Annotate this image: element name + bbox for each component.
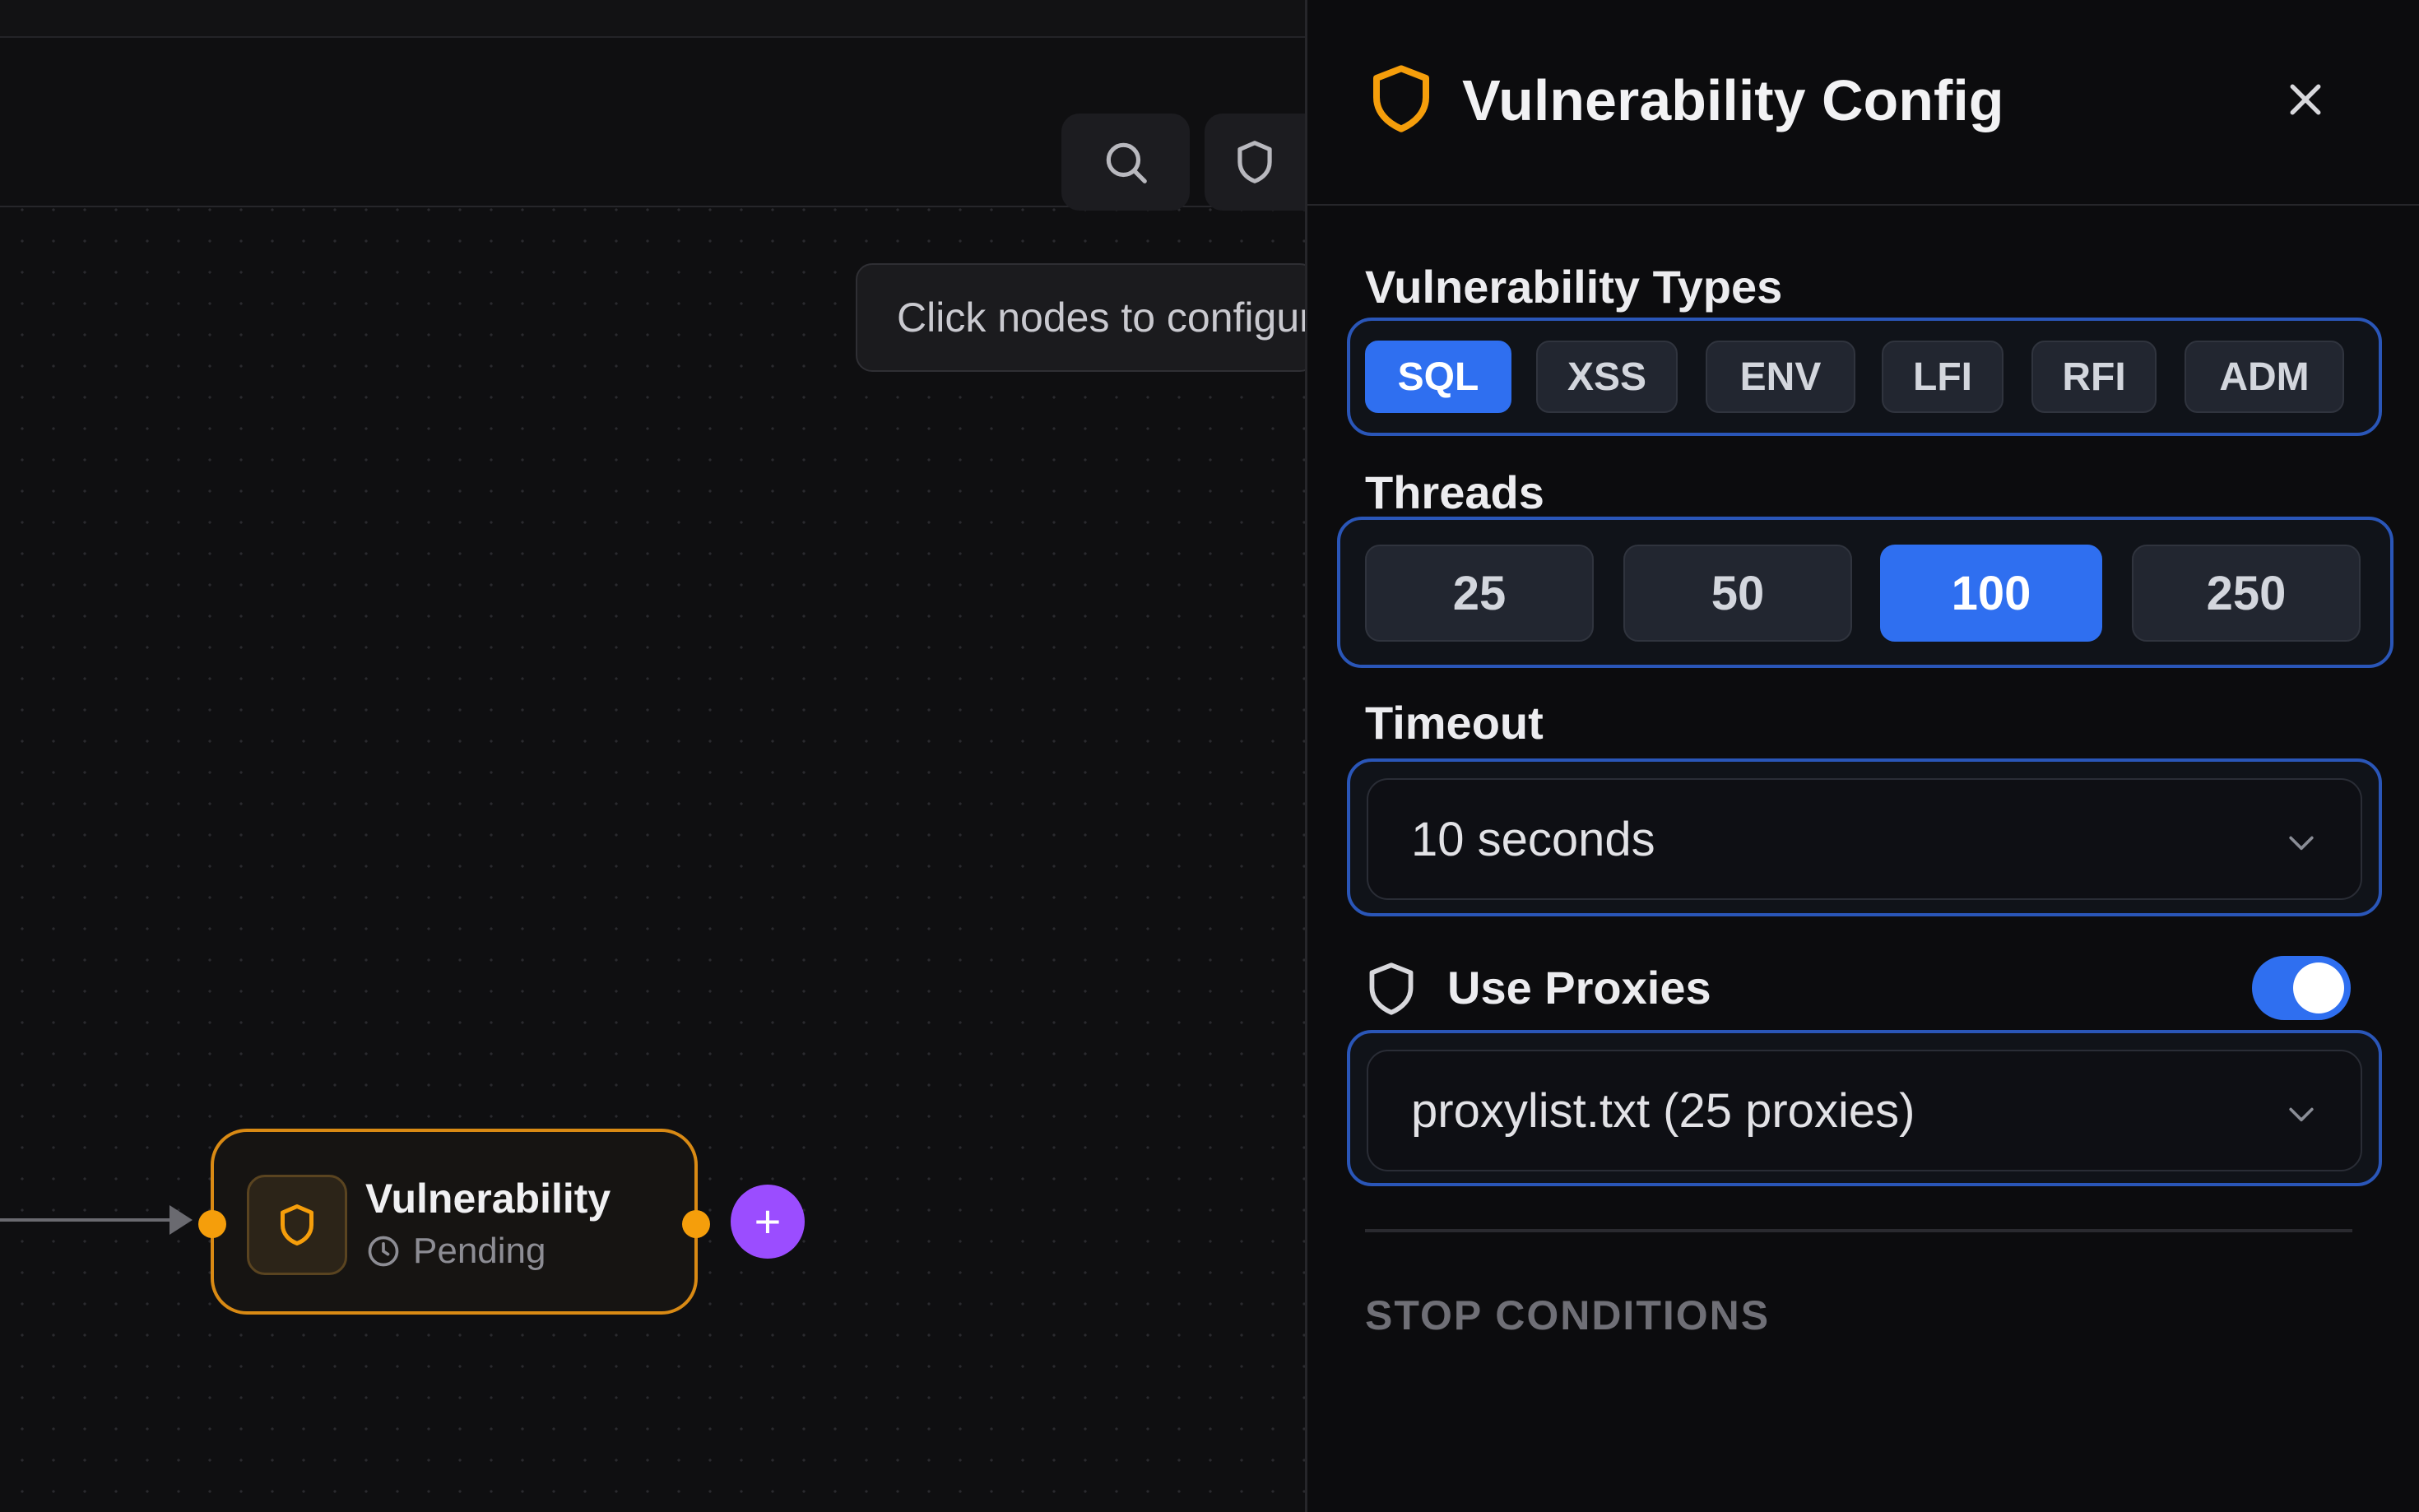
vuln-type-sql[interactable]: SQL (1365, 341, 1511, 413)
shield-icon (281, 1204, 313, 1245)
canvas-toolbar (0, 38, 1305, 211)
proxy-list-value: proxylist.txt (25 proxies) (1411, 1083, 1915, 1138)
timeout-group: 10 seconds (1347, 758, 2382, 916)
shield-icon (1373, 65, 1429, 132)
threads-option-100[interactable]: 100 (1880, 545, 2102, 642)
timeout-label: Timeout (1365, 697, 1544, 749)
toggle-knob (2293, 962, 2344, 1013)
node-status-label: Pending (413, 1231, 546, 1271)
panel-header: Vulnerability Config (1307, 0, 2419, 206)
threads-group: 25 50 100 250 (1337, 517, 2393, 668)
proxy-list-select[interactable]: proxylist.txt (25 proxies) (1367, 1050, 2362, 1171)
use-proxies-label: Use Proxies (1447, 962, 1711, 1013)
timeout-value: 10 seconds (1411, 812, 1655, 866)
threads-option-250[interactable]: 250 (2132, 545, 2361, 642)
vuln-type-lfi[interactable]: LFI (1882, 341, 2003, 413)
vuln-types-label: Vulnerability Types (1365, 261, 1783, 313)
vulnerability-node[interactable]: Vulnerability Pending (198, 1129, 710, 1315)
vuln-type-env[interactable]: ENV (1706, 341, 1855, 413)
node-status: Pending (365, 1231, 546, 1272)
use-proxies-row: Use Proxies (1365, 956, 2352, 1022)
shield-icon (1237, 141, 1272, 183)
shield-icon (1369, 962, 1414, 1015)
chevron-down-icon (2289, 836, 2314, 851)
close-icon (2290, 84, 2321, 115)
top-bar (0, 0, 1305, 38)
vuln-type-rfi[interactable]: RFI (2031, 341, 2157, 413)
vuln-type-adm[interactable]: ADM (2185, 341, 2344, 413)
panel-title: Vulnerability Config (1462, 68, 2004, 132)
node-output-port[interactable] (682, 1210, 710, 1238)
edge-arrowhead (169, 1205, 193, 1235)
search-button[interactable] (1061, 114, 1190, 211)
shield-button[interactable] (1205, 114, 1305, 211)
clock-icon (368, 1236, 399, 1267)
threads-option-50[interactable]: 50 (1623, 545, 1852, 642)
timeout-select[interactable]: 10 seconds (1367, 778, 2362, 900)
use-proxies-toggle[interactable] (2252, 956, 2351, 1020)
proxy-list-group: proxylist.txt (25 proxies) (1347, 1030, 2382, 1186)
config-panel: Vulnerability Config Vulnerability Types… (1305, 0, 2419, 1512)
canvas-hint: Click nodes to configure (856, 263, 1316, 372)
search-icon (1106, 142, 1147, 183)
node-input-port[interactable] (198, 1210, 226, 1238)
vuln-type-xss[interactable]: XSS (1536, 341, 1678, 413)
node-title: Vulnerability (365, 1176, 611, 1222)
threads-option-25[interactable]: 25 (1365, 545, 1594, 642)
node-icon-box (247, 1175, 347, 1275)
connection-edge (0, 1218, 174, 1222)
add-node-button[interactable]: + (731, 1185, 805, 1259)
threads-label: Threads (1365, 466, 1544, 518)
vuln-types-group: SQL XSS ENV LFI RFI ADM (1347, 318, 2382, 436)
plus-icon: + (754, 1195, 782, 1247)
stop-conditions-heading: STOP CONDITIONS (1365, 1292, 1771, 1338)
section-divider (1365, 1229, 2352, 1232)
chevron-down-icon (2289, 1107, 2314, 1122)
close-button[interactable] (2278, 72, 2333, 127)
